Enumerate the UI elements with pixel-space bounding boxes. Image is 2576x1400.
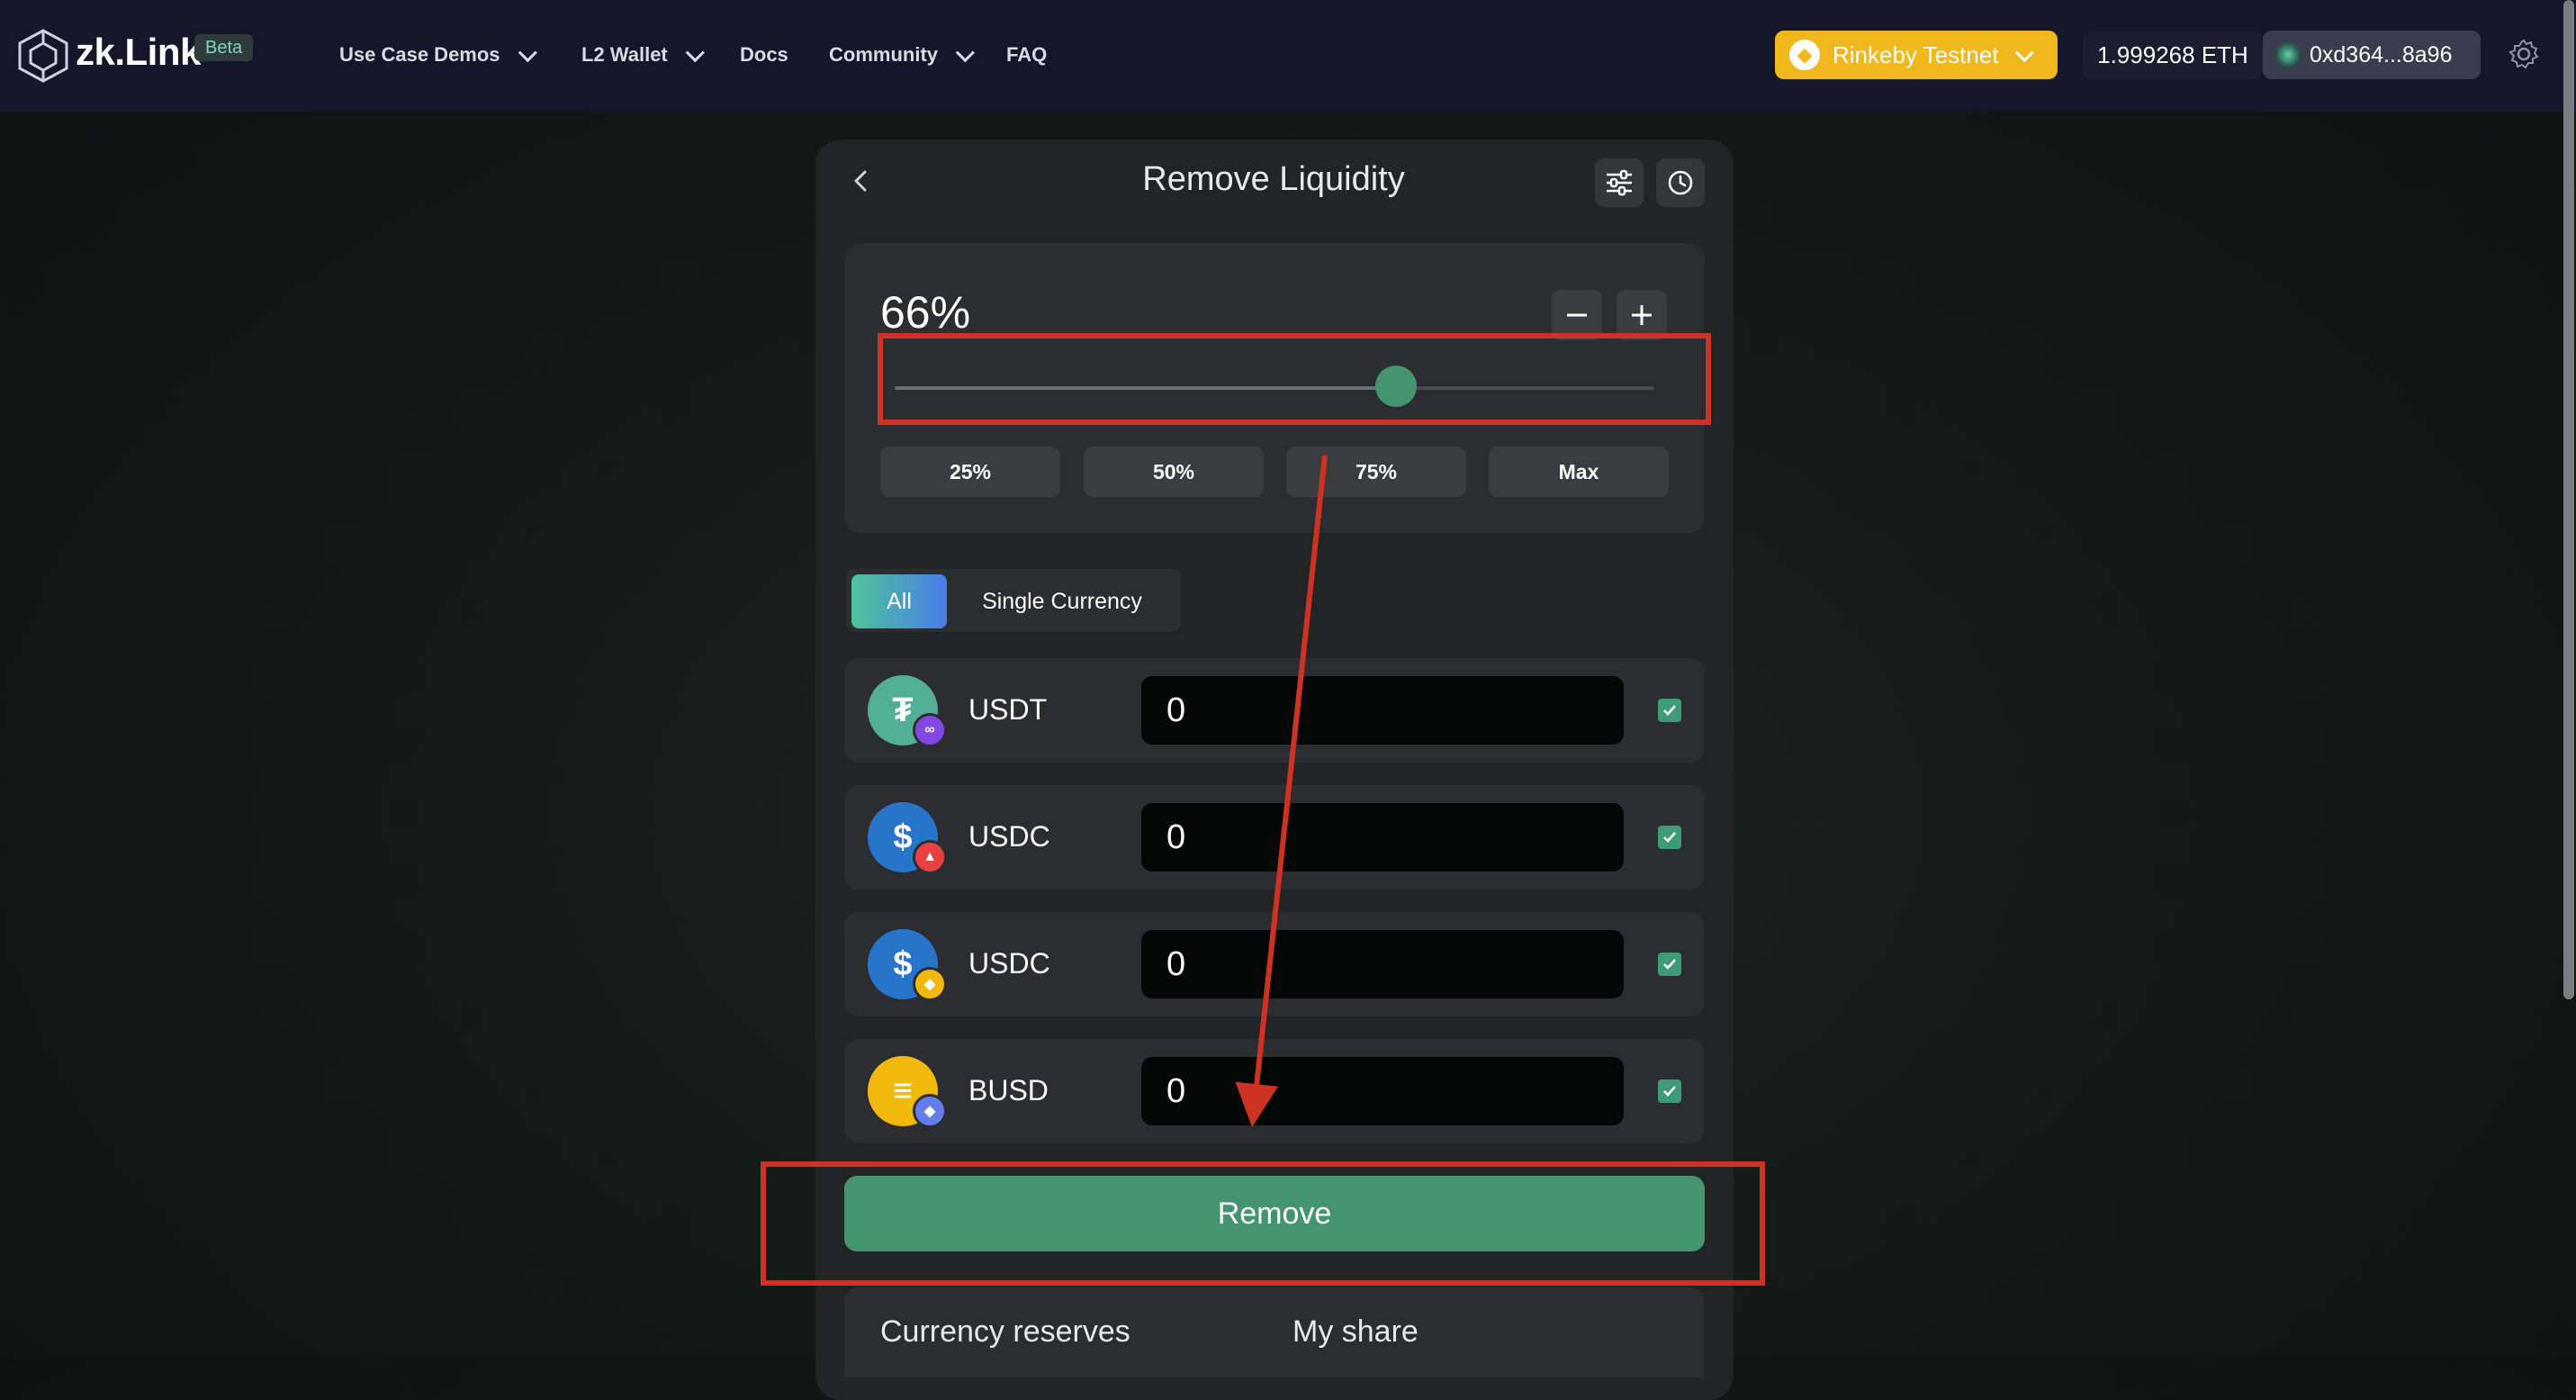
bnb-chain-icon: ◆ (913, 967, 947, 1001)
nav-community[interactable]: Community (829, 40, 975, 70)
token-checkbox[interactable] (1658, 826, 1681, 849)
token-amount-input[interactable] (1141, 676, 1624, 745)
usdc-icon: $ ◆ (868, 929, 947, 1001)
polygon-icon: ∞ (913, 713, 947, 747)
sliders-icon (1607, 169, 1632, 196)
busd-icon: ≡ ◆ (868, 1056, 947, 1128)
page-title: Remove Liquidity (1142, 160, 1405, 198)
token-checkbox[interactable] (1658, 699, 1681, 722)
nav-l2-wallet[interactable]: L2 Wallet (581, 40, 705, 70)
wallet-balance: 1.999268 ETH (2083, 31, 2263, 79)
zklink-logo-icon (18, 29, 68, 83)
annotation-highlight-remove (761, 1161, 1765, 1286)
token-checkbox[interactable] (1658, 1079, 1681, 1103)
currency-reserves-label: Currency reserves (880, 1314, 1130, 1349)
page-scrollbar[interactable] (2563, 0, 2574, 999)
token-checkbox[interactable] (1658, 953, 1681, 976)
ethereum-icon: ◆ (913, 1094, 947, 1128)
gear-icon[interactable] (2508, 38, 2540, 70)
beta-badge: Beta (194, 34, 254, 61)
nav-faq[interactable]: FAQ (1006, 40, 1047, 70)
clock-icon (1668, 170, 1693, 195)
token-symbol: USDC (968, 820, 1050, 853)
tab-single-currency[interactable]: Single Currency (963, 574, 1161, 628)
ethereum-icon: ◆ (1789, 40, 1820, 70)
nav-label: Docs (740, 43, 788, 66)
wallet-address-button[interactable]: 0xd364...8a96 (2263, 31, 2481, 79)
plus-icon (1632, 305, 1652, 325)
check-icon (1663, 959, 1676, 970)
percent-value: 66% (880, 287, 971, 338)
token-amount-input[interactable] (1141, 930, 1624, 998)
network-selector-button[interactable]: ◆ Rinkeby Testnet (1775, 31, 2058, 79)
wallet-address-label: 0xd364...8a96 (2310, 41, 2453, 68)
token-symbol: USDT (968, 693, 1048, 726)
annotation-highlight-slider (878, 333, 1711, 425)
token-amount-input[interactable] (1141, 1057, 1624, 1125)
nav-label: Community (829, 43, 938, 66)
preset-25-button[interactable]: 25% (880, 447, 1060, 497)
check-icon (1663, 1086, 1676, 1097)
nav-docs[interactable]: Docs (740, 40, 788, 70)
nav-label: FAQ (1006, 43, 1048, 66)
preset-50-button[interactable]: 50% (1084, 447, 1264, 497)
preset-75-button[interactable]: 75% (1286, 447, 1466, 497)
logo-text[interactable]: zk.Link (76, 31, 201, 74)
usdt-icon: ₮ ∞ (868, 675, 947, 747)
avalanche-icon: ▲ (913, 840, 947, 874)
chevron-down-icon (2014, 42, 2034, 62)
token-symbol: USDC (968, 947, 1050, 980)
settings-sliders-button[interactable] (1595, 158, 1644, 207)
check-icon (1663, 832, 1676, 843)
minus-icon (1567, 313, 1587, 317)
preset-max-button[interactable]: Max (1489, 447, 1669, 497)
token-amount-input[interactable] (1141, 803, 1624, 872)
usdc-icon: $ ▲ (868, 802, 947, 874)
nav-label: Use Case Demos (339, 43, 500, 66)
avatar (2275, 42, 2301, 68)
check-icon (1663, 705, 1676, 716)
my-share-label: My share (1293, 1314, 1419, 1349)
token-symbol: BUSD (968, 1074, 1049, 1106)
tab-all[interactable]: All (851, 574, 947, 628)
network-label: Rinkeby Testnet (1833, 41, 1999, 68)
nav-label: L2 Wallet (581, 43, 668, 66)
back-arrow-icon[interactable] (850, 169, 873, 193)
history-button[interactable] (1656, 158, 1705, 207)
nav-use-case-demos[interactable]: Use Case Demos (339, 40, 537, 70)
